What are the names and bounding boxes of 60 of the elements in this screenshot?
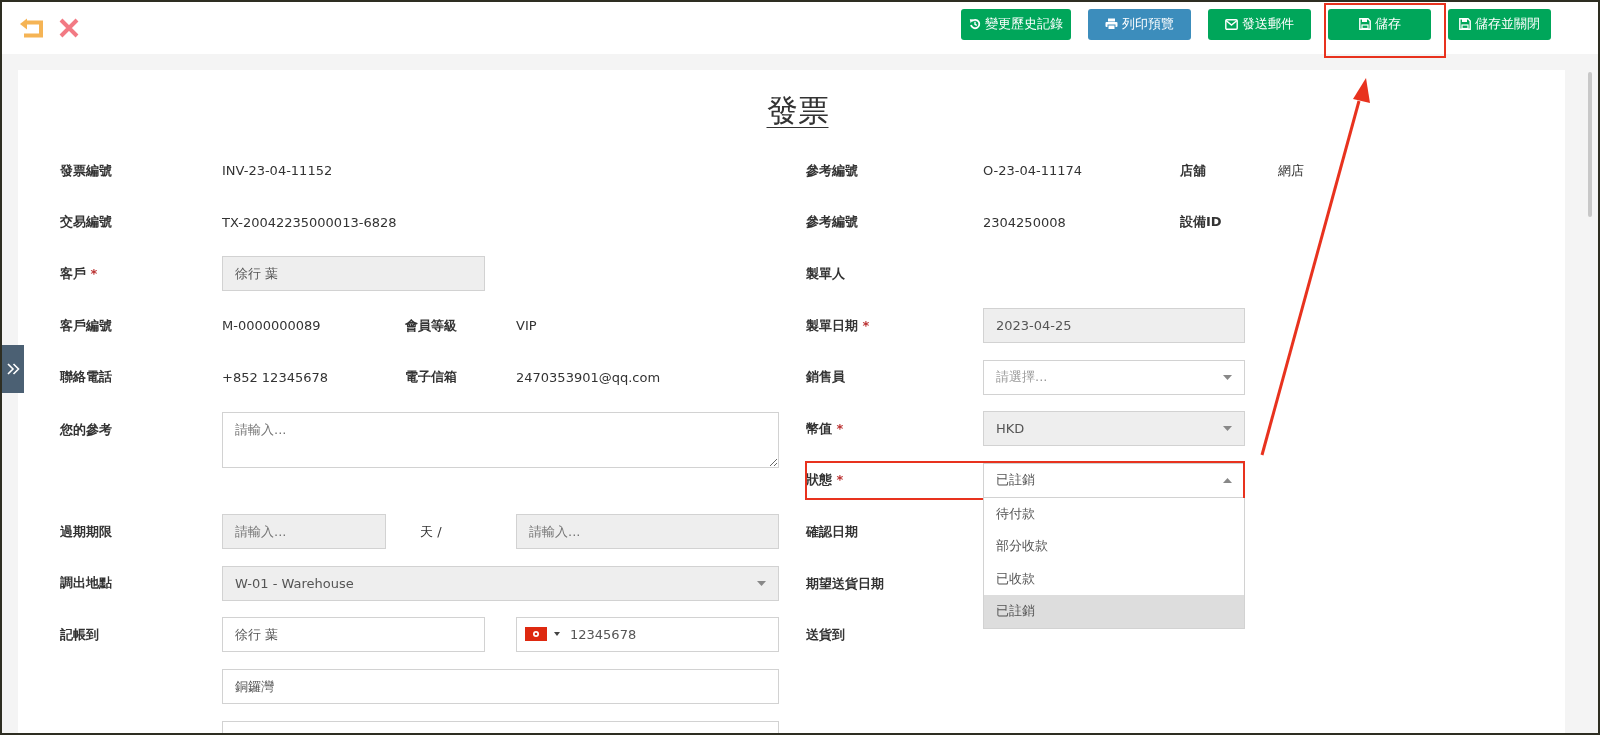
caret-icon (1223, 426, 1232, 432)
field-label: 過期期限 (60, 522, 113, 541)
printer-icon (1105, 18, 1118, 30)
field-label: 製單日期 * (806, 316, 871, 335)
field-label: 銷售員 (806, 368, 846, 387)
field-value: INV-23-04-11152 (222, 163, 334, 179)
chevrons-icon (6, 363, 20, 375)
field-label: 記帳到 (60, 625, 100, 644)
field-label: 店舖 (1180, 161, 1207, 180)
field-label: 送貨到 (806, 626, 846, 645)
back-icon[interactable] (18, 18, 44, 38)
dropdown-option[interactable]: 已註銷 (984, 595, 1244, 628)
envelope-icon (1225, 18, 1238, 30)
field-label: 設備ID (1180, 213, 1223, 232)
floppy-icon (1358, 18, 1371, 30)
field-label: 客戶 * (60, 265, 99, 283)
field-label: 期望送貨日期 (806, 574, 885, 593)
field-label: 幣值 * (806, 419, 845, 438)
sidebar-toggle[interactable] (2, 345, 24, 393)
close-icon[interactable] (58, 17, 80, 39)
floppy-icon (1459, 18, 1471, 30)
history-icon (969, 18, 981, 30)
phone-field[interactable]: 12345678 (516, 617, 779, 653)
unit-label: 天 / (419, 522, 443, 541)
text-area[interactable]: 請輸入... (222, 411, 779, 468)
field-value: +852 12345678 (222, 369, 329, 385)
field-value: 2304250008 (983, 214, 1067, 230)
field-value: VIP (516, 318, 538, 334)
input-field[interactable]: 徐行 葉 (222, 617, 485, 653)
select-field[interactable]: 已註銷 (983, 462, 1245, 498)
field-label: 客戶編號 (60, 316, 113, 335)
field-label: 交易編號 (60, 213, 113, 232)
field-label: 電子信箱 (405, 368, 458, 387)
input-field[interactable]: 銅鑼灣 (222, 669, 779, 705)
field-label: 參考編號 (806, 161, 859, 180)
page-title: 發票 (766, 90, 829, 130)
field-label: 發票編號 (60, 161, 113, 180)
field-value: O-23-04-11174 (983, 163, 1084, 179)
caret-icon (554, 632, 560, 637)
field-value: 網店 (1278, 161, 1305, 180)
dropdown-option[interactable]: 已收款 (984, 562, 1244, 596)
field-value: M-0000000089 (222, 318, 322, 334)
caret-icon (757, 580, 766, 586)
field-label: 您的參考 (60, 420, 113, 439)
field-label: 製單人 (806, 265, 846, 283)
flag-icon (525, 627, 547, 642)
toolbar-button[interactable]: 列印預覽 (1088, 8, 1191, 40)
caret-icon (1223, 374, 1232, 380)
caret-icon (1223, 477, 1232, 483)
field-value: 2470353901@qq.com (516, 369, 662, 385)
dropdown-option[interactable]: 待付款 (984, 497, 1244, 531)
field-label: 調出地點 (60, 574, 113, 593)
dropdown-option[interactable]: 部分收款 (984, 530, 1244, 563)
field-label: 聯絡電話 (60, 368, 113, 387)
field-value: TX-20042235000013-6828 (222, 214, 398, 230)
field-label: 會員等級 (405, 316, 458, 335)
field-label: 參考編號 (806, 213, 859, 232)
field-label: 確認日期 (806, 522, 859, 541)
scrollbar-thumb[interactable] (1588, 72, 1592, 217)
field-label: 狀態 * (806, 471, 845, 490)
